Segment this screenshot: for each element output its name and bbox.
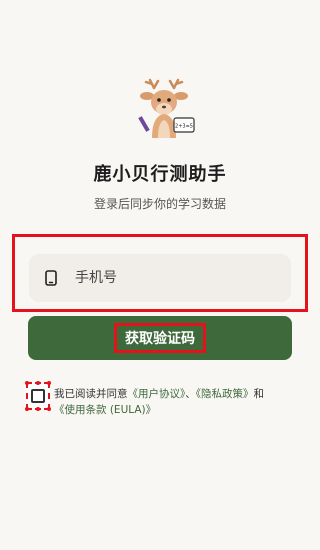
privacy-policy-link[interactable]: 《隐私政策》 (196, 388, 254, 400)
terms-of-use-link[interactable]: 《使用条款 (EULA)》 (54, 404, 156, 416)
board-formula-text: 2+3=5 (175, 124, 193, 130)
get-code-label: 获取验证码 (114, 323, 206, 353)
agreement-prefix: 我已阅读并同意 (54, 388, 128, 400)
app-subtitle: 登录后同步你的学习数据 (93, 197, 226, 211)
phone-field[interactable] (29, 254, 291, 302)
phone-number-input[interactable] (75, 270, 255, 286)
checkbox-square-icon (31, 389, 45, 403)
selection-handle-icon (47, 407, 51, 411)
mobile-phone-icon (43, 270, 59, 286)
selection-handle-icon (36, 381, 40, 385)
user-agreement-link[interactable]: 《用户协议》 (128, 388, 186, 400)
selection-handle-icon (25, 407, 29, 411)
agreement-and: 和 (253, 388, 265, 400)
app-title: 鹿小贝行测助手 (93, 164, 227, 185)
agreement-separator: 、 (185, 388, 196, 400)
selection-handle-icon (47, 381, 51, 385)
selection-handle-icon (36, 407, 40, 411)
get-verification-code-button[interactable]: 获取验证码 (28, 316, 292, 360)
selection-handle-icon (25, 381, 29, 385)
agreement-text: 我已阅读并同意《用户协议》、《隐私政策》和《使用条款 (EULA)》 (54, 386, 304, 418)
deer-mascot-logo: 2+3=5 (134, 78, 196, 140)
agreement-checkbox[interactable] (25, 381, 51, 411)
